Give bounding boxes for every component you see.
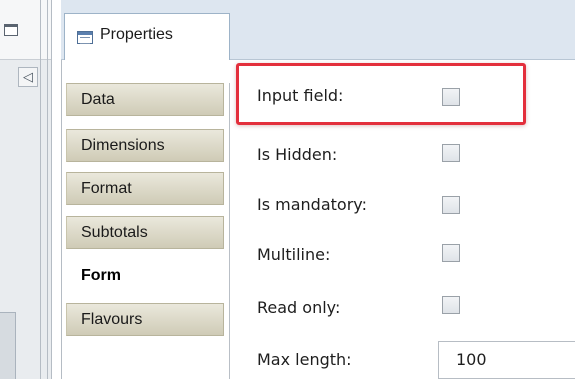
read-only-label: Read only:: [257, 298, 341, 317]
properties-window-icon: [77, 31, 93, 44]
input-field-label: Input field:: [257, 86, 344, 105]
lower-side-panel: [0, 312, 16, 379]
gutter-divider: [40, 0, 41, 379]
read-only-checkbox[interactable]: [442, 296, 460, 314]
tab-data[interactable]: Data: [66, 83, 224, 116]
properties-tab-label: Properties: [100, 26, 173, 43]
gutter-divider: [47, 0, 48, 379]
is-mandatory-checkbox[interactable]: [442, 196, 460, 214]
tab-form[interactable]: Form: [66, 259, 224, 292]
input-field-checkbox[interactable]: [442, 88, 460, 106]
max-length-input[interactable]: 100: [438, 341, 575, 379]
tab-format[interactable]: Format: [66, 172, 224, 205]
multiline-label: Multiline:: [257, 245, 331, 264]
is-hidden-checkbox[interactable]: [442, 144, 460, 162]
category-tabs: Data Dimensions Format Subtotals Form Fl…: [66, 83, 230, 379]
tab-flavours[interactable]: Flavours: [66, 303, 224, 336]
chevron-left-icon: ◁: [23, 69, 33, 84]
tab-dimensions[interactable]: Dimensions: [66, 129, 224, 162]
gutter-divider: [51, 0, 52, 379]
max-length-label: Max length:: [257, 350, 352, 369]
is-hidden-label: Is Hidden:: [257, 145, 338, 164]
multiline-checkbox[interactable]: [442, 244, 460, 262]
tab-subtotals[interactable]: Subtotals: [66, 216, 224, 249]
restore-window-icon[interactable]: [4, 24, 18, 36]
properties-tab[interactable]: Properties: [64, 13, 230, 60]
collapse-panel-button[interactable]: ◁: [18, 67, 38, 87]
is-mandatory-label: Is mandatory:: [257, 195, 367, 214]
